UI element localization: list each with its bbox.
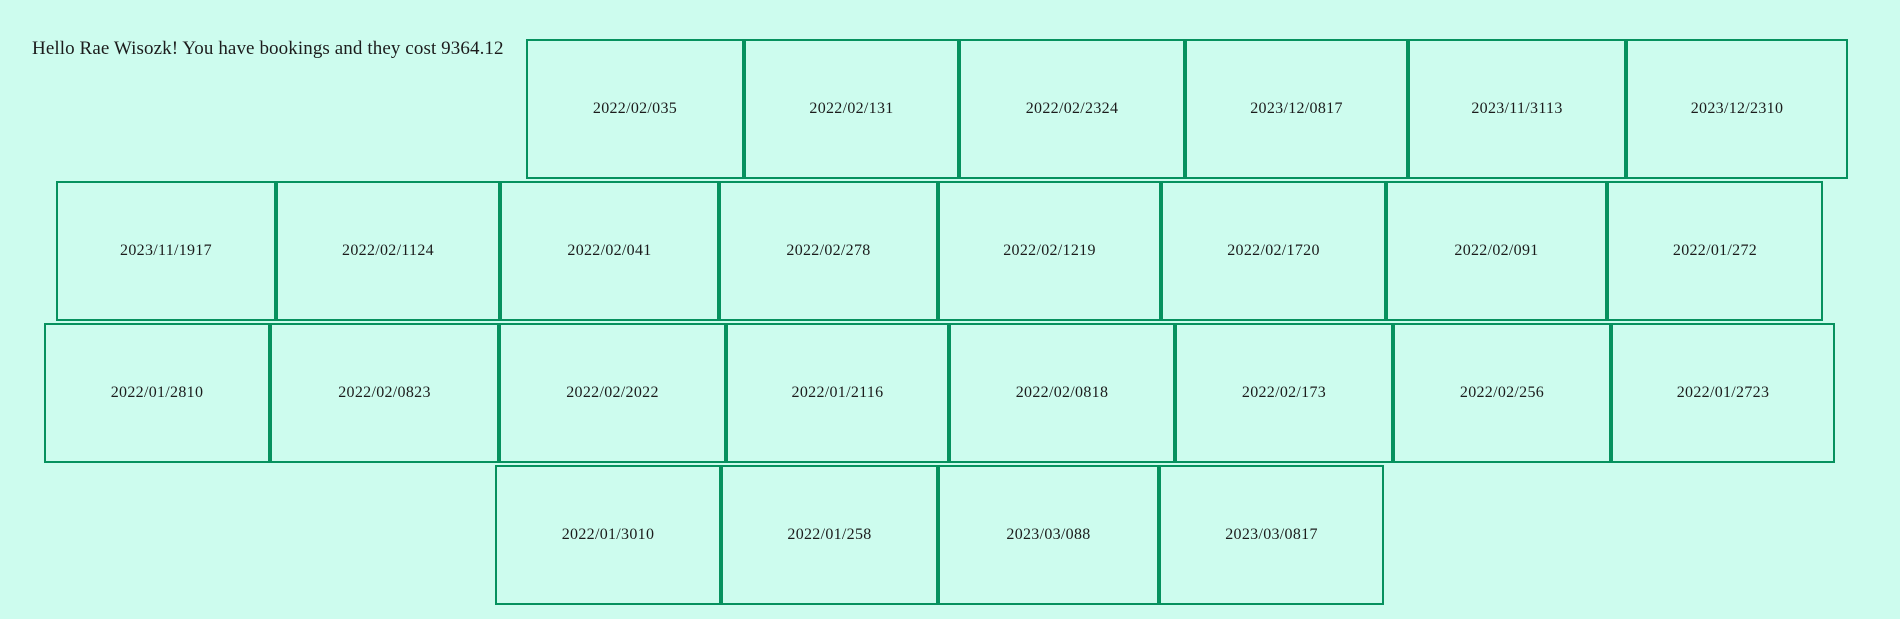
booking-cell[interactable]: 2022/01/2116	[726, 323, 949, 463]
booking-cell[interactable]: 2022/02/0818	[949, 323, 1175, 463]
booking-cell[interactable]: 2022/02/2324	[959, 39, 1185, 179]
booking-row-2: 2023/11/1917 2022/02/1124 2022/02/041 20…	[56, 181, 1823, 321]
greeting-text: Hello Rae Wisozk! You have bookings and …	[32, 38, 504, 59]
booking-cell[interactable]: 2022/02/131	[744, 39, 959, 179]
booking-cell[interactable]: 2022/02/2022	[499, 323, 726, 463]
booking-cell[interactable]: 2022/02/0823	[270, 323, 499, 463]
booking-cell[interactable]: 2022/01/3010	[495, 465, 721, 605]
booking-cell[interactable]: 2022/01/258	[721, 465, 938, 605]
booking-cell[interactable]: 2023/11/1917	[56, 181, 276, 321]
booking-cell[interactable]: 2022/02/173	[1175, 323, 1393, 463]
booking-cell[interactable]: 2023/12/0817	[1185, 39, 1408, 179]
booking-cell[interactable]: 2022/02/278	[719, 181, 938, 321]
booking-cell[interactable]: 2023/03/088	[938, 465, 1159, 605]
booking-cell[interactable]: 2022/02/035	[526, 39, 744, 179]
booking-row-1: 2022/02/035 2022/02/131 2022/02/2324 202…	[526, 39, 1848, 179]
booking-cell[interactable]: 2022/01/2723	[1611, 323, 1835, 463]
booking-cell[interactable]: 2022/02/1124	[276, 181, 500, 321]
booking-cell[interactable]: 2022/02/256	[1393, 323, 1611, 463]
booking-cell[interactable]: 2022/02/1219	[938, 181, 1161, 321]
booking-cell[interactable]: 2022/01/272	[1607, 181, 1823, 321]
booking-row-4: 2022/01/3010 2022/01/258 2023/03/088 202…	[495, 465, 1384, 605]
booking-cell[interactable]: 2023/11/3113	[1408, 39, 1626, 179]
booking-cell[interactable]: 2023/03/0817	[1159, 465, 1384, 605]
booking-row-3: 2022/01/2810 2022/02/0823 2022/02/2022 2…	[44, 323, 1835, 463]
booking-cell[interactable]: 2022/02/1720	[1161, 181, 1386, 321]
booking-cell[interactable]: 2022/02/041	[500, 181, 719, 321]
booking-cell[interactable]: 2022/02/091	[1386, 181, 1607, 321]
booking-cell[interactable]: 2022/01/2810	[44, 323, 270, 463]
booking-cell[interactable]: 2023/12/2310	[1626, 39, 1848, 179]
